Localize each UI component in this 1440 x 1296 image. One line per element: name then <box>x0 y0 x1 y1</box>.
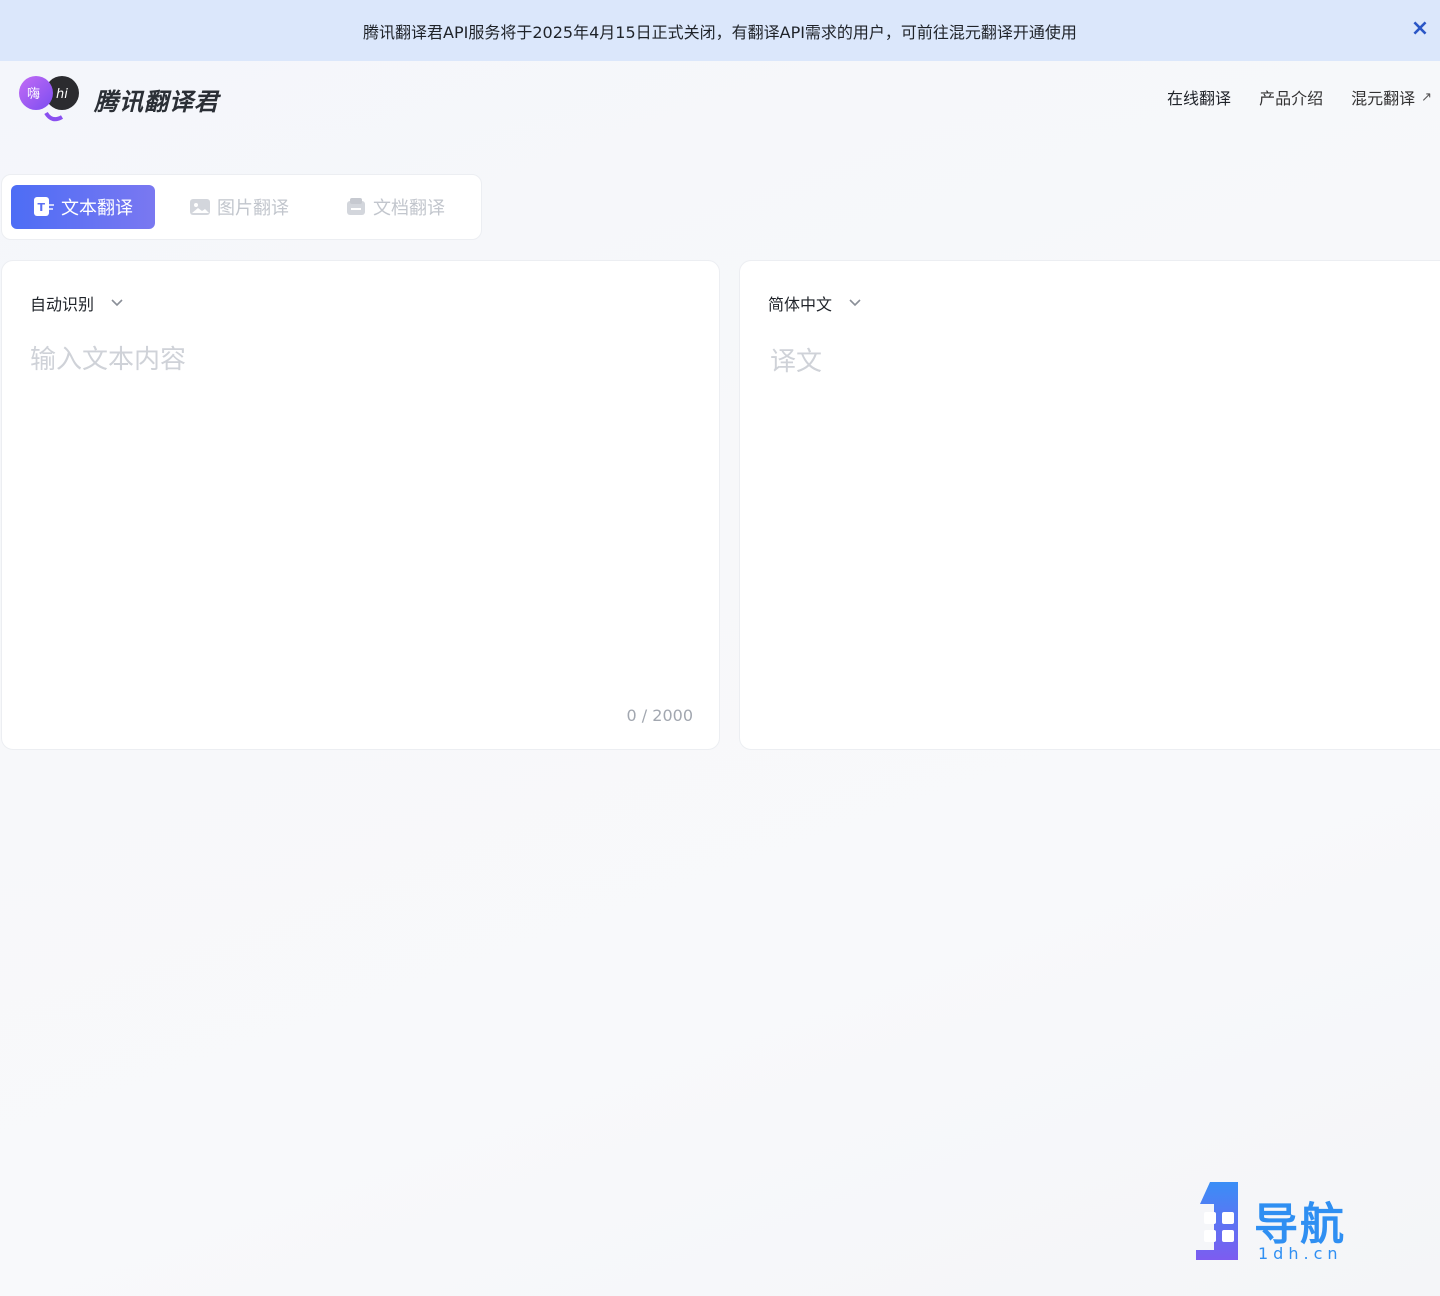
watermark-text: 导航 <box>1254 1199 1346 1250</box>
announcement-banner: 腾讯翻译君API服务将于2025年4月15日正式关闭，有翻译API需求的用户，可… <box>0 0 1440 61</box>
watermark-sub: 1dh.cn <box>1258 1244 1343 1263</box>
tab-label: 文本翻译 <box>61 198 133 219</box>
nav-product-intro[interactable]: 产品介绍 <box>1259 85 1323 109</box>
tab-text-translate[interactable]: T 文本翻译 <box>11 185 155 229</box>
image-icon <box>189 197 211 217</box>
tab-label: 图片翻译 <box>217 198 289 219</box>
external-link-icon: ↗ <box>1421 89 1432 105</box>
target-panel: 简体中文 译文 <box>739 260 1440 750</box>
tab-image-translate[interactable]: 图片翻译 <box>189 185 289 229</box>
target-language-select[interactable]: 简体中文 <box>768 291 862 315</box>
close-icon[interactable]: × <box>1406 14 1434 42</box>
document-icon <box>345 197 367 217</box>
watermark-logo: 导航 1dh.cn <box>1190 1180 1370 1264</box>
target-language-label: 简体中文 <box>768 295 833 314</box>
char-counter: 0 / 2000 <box>626 706 693 725</box>
source-language-select[interactable]: 自动识别 <box>30 291 124 315</box>
tab-document-translate[interactable]: 文档翻译 <box>345 185 445 229</box>
source-panel: 自动识别 0 / 2000 <box>1 260 720 750</box>
translation-output: 译文 <box>770 347 823 377</box>
source-language-label: 自动识别 <box>30 295 95 314</box>
nav-hunyuan-translate[interactable]: 混元翻译 ↗ <box>1351 85 1432 109</box>
watermark-icon <box>1196 1182 1238 1260</box>
nav-online-translate[interactable]: 在线翻译 <box>1167 85 1231 109</box>
nav-label: 在线翻译 <box>1167 89 1232 108</box>
logo-mark-icon: 嗨 hi <box>16 73 82 125</box>
top-nav: 在线翻译 产品介绍 混元翻译 ↗ <box>1167 85 1432 109</box>
translate-mode-tabs: T 文本翻译 图片翻译 文档翻译 <box>1 174 482 240</box>
nav-label: 产品介绍 <box>1259 89 1324 108</box>
source-text-input[interactable] <box>30 339 690 669</box>
chevron-down-icon <box>848 298 862 308</box>
tab-label: 文档翻译 <box>373 198 445 219</box>
logo[interactable]: 嗨 hi 腾讯翻译君 <box>16 73 219 125</box>
nav-label: 混元翻译 <box>1351 89 1416 108</box>
logo-badge-right: hi <box>56 87 68 102</box>
banner-message: 腾讯翻译君API服务将于2025年4月15日正式关闭，有翻译API需求的用户，可… <box>363 22 1077 42</box>
svg-text:T: T <box>38 201 46 214</box>
header: 嗨 hi 腾讯翻译君 在线翻译 产品介绍 混元翻译 ↗ <box>0 61 1440 141</box>
chevron-down-icon <box>110 298 124 308</box>
logo-badge-left: 嗨 <box>27 87 40 102</box>
brand-name: 腾讯翻译君 <box>94 87 219 116</box>
text-doc-icon: T <box>33 196 55 218</box>
